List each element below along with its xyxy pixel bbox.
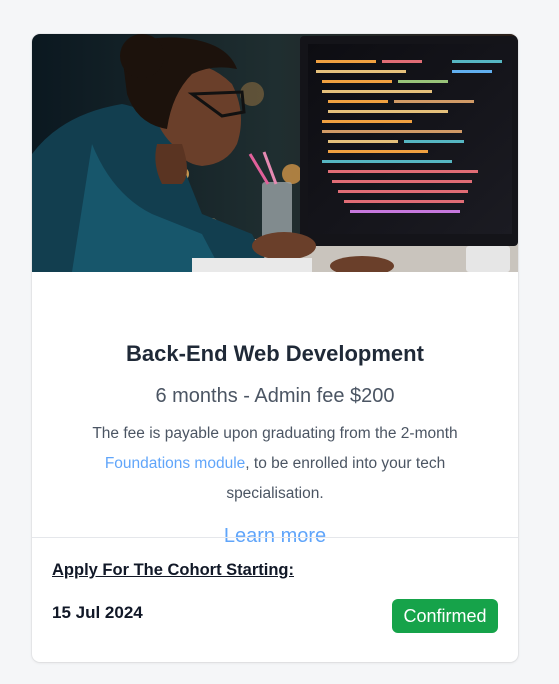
course-duration-fee: 6 months - Admin fee $200 [155, 385, 395, 407]
description-text: The fee is payable upon graduating from … [92, 425, 458, 442]
course-title: Back-End Web Development [126, 341, 424, 366]
course-card: Back-End Web Development 6 months - Admi… [32, 34, 518, 662]
status-badge: Confirmed [392, 599, 498, 633]
course-description: The fee is payable upon graduating from … [62, 419, 488, 509]
description-text-continued: , to be enrolled into your tech speciali… [226, 455, 446, 502]
apply-cohort-heading[interactable]: Apply For The Cohort Starting: [52, 561, 294, 580]
cohort-start-date: 15 Jul 2024 [52, 603, 143, 622]
foundations-module-link[interactable]: Foundations module [105, 455, 245, 472]
course-hero-image [32, 34, 518, 272]
card-divider [32, 537, 518, 538]
course-card-body: Back-End Web Development 6 months - Admi… [32, 272, 518, 547]
